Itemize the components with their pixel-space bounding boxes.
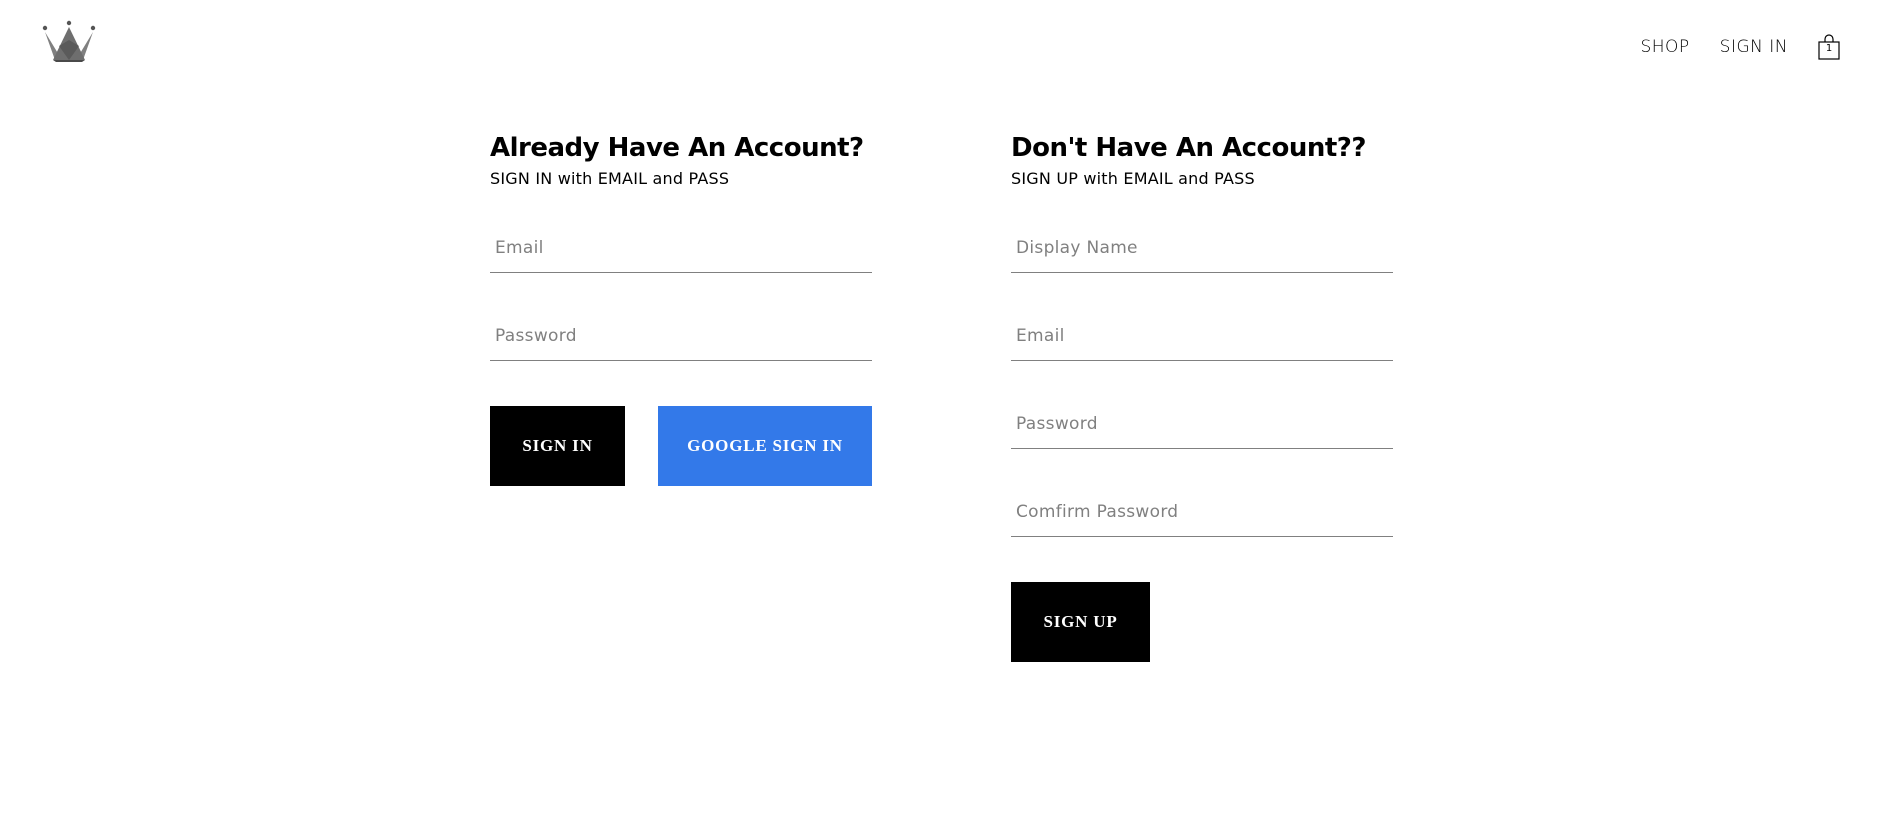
sign-up-subtitle: SIGN UP with EMAIL and PASS [1011, 169, 1255, 188]
site-header: SHOP SIGN IN 1 [0, 0, 1878, 96]
cart-count: 1 [1825, 43, 1833, 54]
sign-up-email-field [1011, 314, 1393, 361]
sign-in-button[interactable]: SIGN IN [490, 406, 625, 486]
cart-button[interactable]: 1 [1818, 34, 1840, 60]
sign-up-button[interactable]: SIGN UP [1011, 582, 1150, 662]
crown-icon [42, 20, 96, 62]
sign-in-subtitle: SIGN IN with EMAIL and PASS [490, 169, 730, 188]
sign-up-password-field [1011, 402, 1393, 449]
sign-in-password-input[interactable] [490, 314, 872, 358]
logo-link[interactable] [42, 20, 96, 64]
sign-up-email-input[interactable] [1011, 314, 1393, 358]
google-sign-in-button[interactable]: GOOGLE SIGN IN [658, 406, 872, 486]
sign-in-email-field [490, 226, 872, 273]
sign-in-buttons: SIGN IN GOOGLE SIGN IN [490, 406, 872, 486]
sign-in-panel: Already Have An Account? SIGN IN with EM… [490, 130, 872, 486]
nav-signin-link[interactable]: SIGN IN [1720, 37, 1788, 57]
sign-in-email-input[interactable] [490, 226, 872, 270]
main-nav: SHOP SIGN IN 1 [1640, 34, 1840, 60]
confirm-password-input[interactable] [1011, 490, 1393, 534]
sign-in-password-field [490, 314, 872, 361]
sign-up-panel: Don't Have An Account?? SIGN UP with EMA… [1011, 130, 1393, 662]
display-name-field [1011, 226, 1393, 273]
sign-up-password-input[interactable] [1011, 402, 1393, 446]
confirm-password-field [1011, 490, 1393, 537]
display-name-input[interactable] [1011, 226, 1393, 270]
sign-up-title: Don't Have An Account?? [1011, 133, 1366, 163]
sign-in-title: Already Have An Account? [490, 133, 864, 163]
nav-shop-link[interactable]: SHOP [1640, 37, 1689, 57]
